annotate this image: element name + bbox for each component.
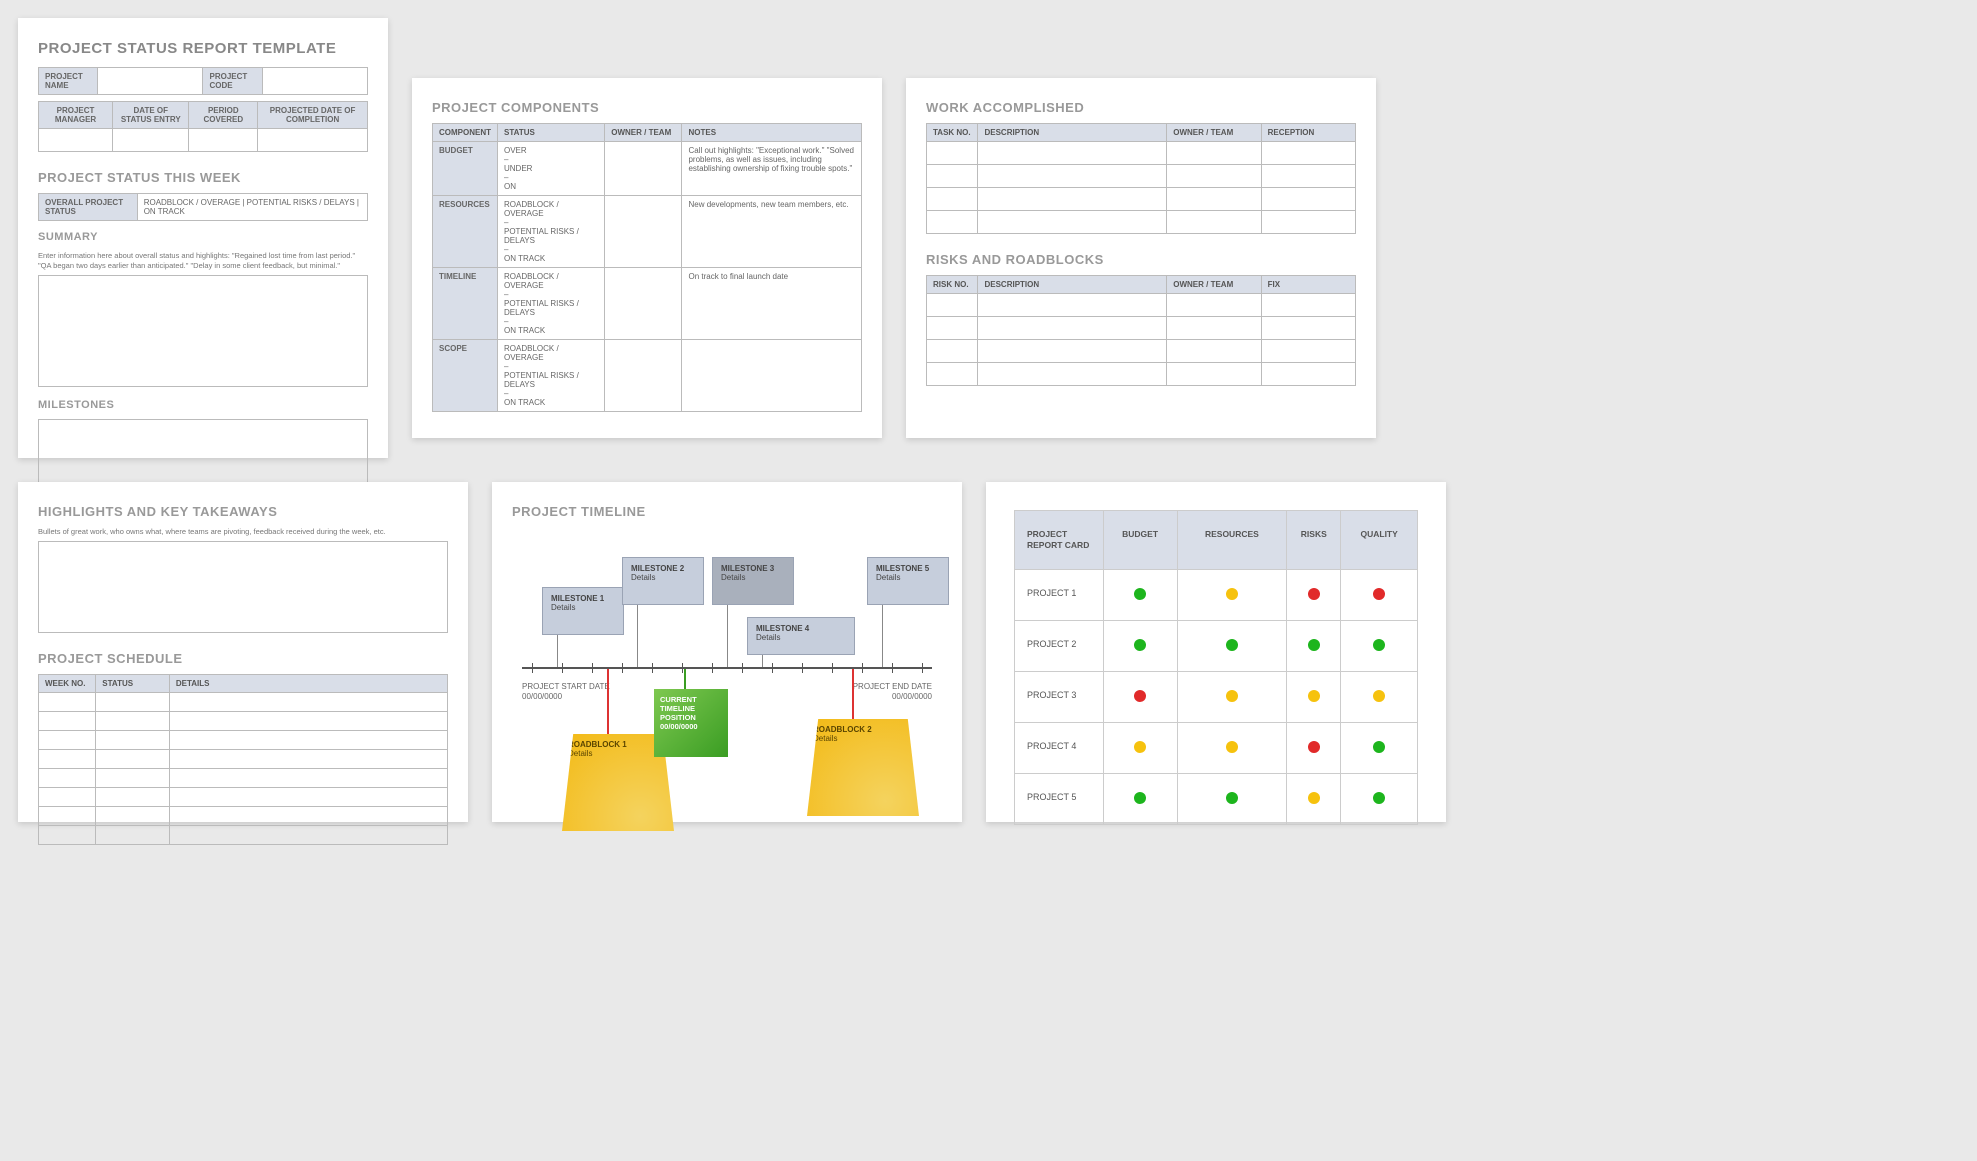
milestone-5: MILESTONE 5Details [867,557,949,605]
summary-title: SUMMARY [38,231,368,243]
timeline-title: PROJECT TIMELINE [512,504,942,519]
highlights-hint: Bullets of great work, who owns what, wh… [38,527,448,537]
report-row: PROJECT 4 [1015,723,1418,774]
work-title: WORK ACCOMPLISHED [926,100,1356,115]
milestone-2: MILESTONE 2Details [622,557,704,605]
report-row: PROJECT 1 [1015,570,1418,621]
status-options: ROADBLOCK / OVERAGE | POTENTIAL RISKS / … [137,194,367,221]
template-page-6: PROJECT REPORT CARD BUDGET RESOURCES RIS… [986,482,1446,822]
milestones-title: MILESTONES [38,399,368,411]
status-table: OVERALL PROJECT STATUS ROADBLOCK / OVERA… [38,193,368,221]
milestone-1: MILESTONE 1Details [542,587,624,635]
value-project-name[interactable] [98,68,203,95]
summary-box[interactable] [38,275,368,387]
label-completion: PROJECTED DATE OF COMPLETION [258,102,368,129]
roadblock-2: ROADBLOCK 2Details [807,719,919,816]
milestone-3: MILESTONE 3Details [712,557,794,605]
template-page-3: WORK ACCOMPLISHED TASK NO. DESCRIPTION O… [906,78,1376,438]
value-project-code[interactable] [262,68,367,95]
risk-title: RISKS AND ROADBLOCKS [926,252,1356,267]
template-page-1: PROJECT STATUS REPORT TEMPLATE PROJECT N… [18,18,388,458]
col-notes: NOTES [682,124,862,142]
milestone-4: MILESTONE 4Details [747,617,855,655]
schedule-table: WEEK NO. STATUS DETAILS [38,674,448,845]
label-project-code: PROJECT CODE [203,68,262,95]
highlights-box[interactable] [38,541,448,633]
label-manager: PROJECT MANAGER [39,102,113,129]
report-card-table: PROJECT REPORT CARD BUDGET RESOURCES RIS… [1014,510,1418,825]
current-position: CURRENTTIMELINEPOSITION00/00/0000 [654,689,728,757]
report-row: PROJECT 5 [1015,774,1418,825]
report-row: PROJECT 3 [1015,672,1418,723]
meta-table-2: PROJECT MANAGER DATE OF STATUS ENTRY PER… [38,101,368,152]
label-project-name: PROJECT NAME [39,68,98,95]
col-component: COMPONENT [433,124,498,142]
template-page-2: PROJECT COMPONENTS COMPONENT STATUS OWNE… [412,78,882,438]
components-table: COMPONENT STATUS OWNER / TEAM NOTES BUDG… [432,123,862,412]
work-table: TASK NO. DESCRIPTION OWNER / TEAM RECEPT… [926,123,1356,234]
label-entry: DATE OF STATUS ENTRY [113,102,189,129]
label-period: PERIOD COVERED [189,102,258,129]
col-owner: OWNER / TEAM [605,124,682,142]
report-row: PROJECT 2 [1015,621,1418,672]
template-page-4: HIGHLIGHTS AND KEY TAKEAWAYS Bullets of … [18,482,468,822]
risk-table: RISK NO. DESCRIPTION OWNER / TEAM FIX [926,275,1356,386]
summary-hint: Enter information here about overall sta… [38,251,368,271]
status-title: PROJECT STATUS THIS WEEK [38,170,368,185]
components-title: PROJECT COMPONENTS [432,100,862,115]
highlights-title: HIGHLIGHTS AND KEY TAKEAWAYS [38,504,448,519]
col-status: STATUS [498,124,605,142]
start-label: PROJECT START DATE00/00/0000 [522,682,610,703]
template-page-5: PROJECT TIMELINE PROJECT START DATE00/00… [492,482,962,822]
end-label: PROJECT END DATE00/00/0000 [853,682,932,703]
timeline-axis [522,667,932,669]
page1-title: PROJECT STATUS REPORT TEMPLATE [38,40,368,57]
meta-table-1: PROJECT NAME PROJECT CODE [38,67,368,95]
timeline-canvas: PROJECT START DATE00/00/0000 PROJECT END… [512,527,942,837]
schedule-title: PROJECT SCHEDULE [38,651,448,666]
status-header: OVERALL PROJECT STATUS [39,194,138,221]
